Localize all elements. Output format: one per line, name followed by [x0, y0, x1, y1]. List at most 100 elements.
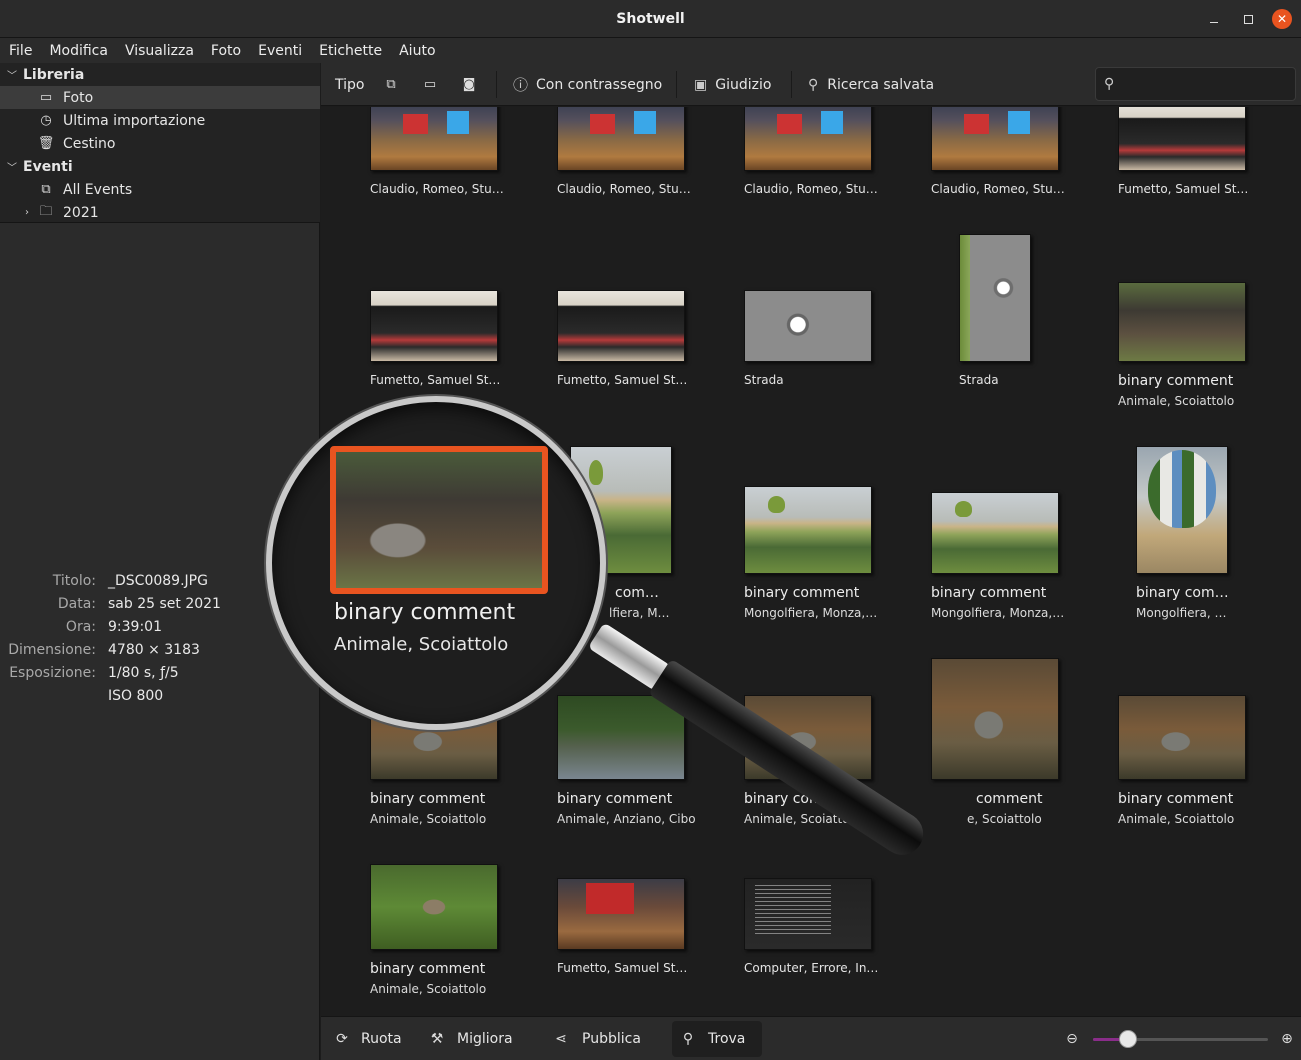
sidebar-section-label: Eventi — [23, 158, 73, 175]
search-icon: ⚲ — [808, 76, 819, 93]
chevron-right-icon[interactable]: › — [25, 207, 29, 218]
sidebar-item-cestino[interactable]: 🗑 Cestino — [0, 132, 320, 155]
photo-tags: Animale, Anziano, Cibo — [557, 812, 696, 826]
photo-thumbnail[interactable] — [931, 492, 1059, 574]
photo-thumbnail[interactable] — [370, 864, 498, 950]
find-button[interactable]: Trova — [708, 1017, 745, 1060]
photo-caption: com… — [615, 585, 659, 601]
photo-thumbnail[interactable] — [744, 486, 872, 574]
photo-caption: Computer, Errore, In… — [744, 961, 879, 975]
menu-foto[interactable]: Foto — [211, 43, 241, 59]
zoom-in-icon[interactable]: ⊕ — [1278, 1030, 1296, 1048]
info-row-iso: ISO 800 — [0, 688, 320, 711]
minimize-icon — [1210, 21, 1218, 23]
photo-thumbnail[interactable] — [744, 290, 872, 362]
toolbar-separator — [496, 71, 497, 98]
video-filter-icon[interactable]: ▭ — [421, 76, 439, 92]
photo-caption: Fumetto, Samuel St… — [557, 373, 688, 387]
menu-aiuto[interactable]: Aiuto — [399, 43, 435, 59]
menu-bar: File Modifica Visualizza Foto Eventi Eti… — [0, 38, 1301, 63]
menu-eventi[interactable]: Eventi — [258, 43, 302, 59]
photo-tags: Mongolfiera, Monza,… — [744, 606, 878, 620]
sidebar-section-library[interactable]: ﹀ Libreria — [0, 63, 320, 86]
photo-thumbnail[interactable] — [931, 107, 1059, 171]
photo-thumbnail[interactable] — [959, 234, 1031, 362]
raw-filter-icon[interactable]: ◙ — [460, 76, 478, 92]
photo-thumbnail[interactable] — [931, 658, 1059, 780]
minimize-button[interactable] — [1204, 9, 1224, 29]
photo-tags: Animale, Scoiattolo — [370, 982, 487, 996]
magnifier-lens: binary comment Animale, Scoiattolo — [266, 396, 606, 730]
publish-button[interactable]: Pubblica — [582, 1017, 641, 1060]
chevron-down-icon[interactable]: ﹀ — [7, 159, 17, 174]
search-input[interactable]: ⚲ — [1095, 67, 1296, 101]
zoom-slider-knob[interactable] — [1119, 1030, 1137, 1048]
photo-thumbnail[interactable] — [557, 290, 685, 362]
photo-tags: Animale, Scoiattolo — [370, 812, 487, 826]
flag-icon: ⓘ — [513, 76, 529, 94]
magnified-selected-thumbnail — [330, 446, 548, 594]
photo-thumbnail[interactable] — [1118, 695, 1246, 780]
photo-thumbnail[interactable] — [744, 878, 872, 950]
magnified-caption: binary comment — [334, 600, 516, 625]
sidebar-item-label: Ultima importazione — [63, 112, 206, 129]
saved-search-button[interactable]: ⚲ Ricerca salvata — [808, 63, 934, 106]
photo-caption: binary comment — [557, 791, 673, 807]
sidebar-item-foto[interactable]: ▭ Foto — [0, 86, 320, 109]
sidebar-item-label: 2021 — [63, 204, 99, 221]
menu-etichette[interactable]: Etichette — [319, 43, 382, 59]
photo-thumbnail[interactable] — [370, 290, 498, 362]
info-value: _DSC0089.JPG — [108, 573, 208, 589]
sidebar-item-2021[interactable]: › 🗀 2021 — [0, 201, 320, 224]
saved-search-label: Ricerca salvata — [827, 76, 935, 93]
photo-thumbnail[interactable] — [370, 107, 498, 171]
flagged-filter-button[interactable]: ⓘ Con contrassegno — [513, 63, 662, 106]
zoom-slider[interactable] — [1093, 1030, 1268, 1048]
folder-icon: 🗀 — [39, 203, 53, 219]
info-key: Dimensione: — [8, 642, 96, 658]
search-icon[interactable]: ⚲ — [679, 1030, 697, 1048]
info-key: Data: — [57, 596, 96, 612]
sidebar-section-events[interactable]: ﹀ Eventi — [0, 155, 320, 178]
sidebar-item-ultima-importazione[interactable]: ◷ Ultima importazione — [0, 109, 320, 132]
maximize-button[interactable] — [1238, 9, 1258, 29]
menu-modifica[interactable]: Modifica — [49, 43, 108, 59]
info-key: Esposizione: — [9, 665, 96, 681]
sidebar-item-all-events[interactable]: ⧉ All Events — [0, 178, 320, 201]
search-icon: ⚲ — [1104, 76, 1115, 92]
photo-thumbnail[interactable] — [1118, 107, 1246, 171]
close-button[interactable]: ✕ — [1272, 9, 1292, 29]
menu-visualizza[interactable]: Visualizza — [125, 43, 194, 59]
window-title: Shotwell — [616, 11, 685, 27]
toolbar-separator — [791, 71, 792, 98]
type-filter-label: Tipo — [335, 76, 365, 93]
rating-filter-button[interactable]: ▣ Giudizio — [694, 63, 771, 106]
photos-filter-icon[interactable]: ⧉ — [382, 76, 400, 92]
info-row-dimension: Dimensione: 4780 × 3183 — [0, 642, 320, 665]
photo-thumbnail[interactable] — [744, 107, 872, 171]
rotate-button[interactable]: Ruota — [361, 1017, 402, 1060]
enhance-button[interactable]: Migliora — [457, 1017, 513, 1060]
photo-thumbnail[interactable] — [1136, 446, 1228, 574]
photo-caption: Fumetto, Samuel St… — [557, 961, 688, 975]
photo-tags: Animale, Scoiattolo — [1118, 812, 1235, 826]
menu-file[interactable]: File — [9, 43, 32, 59]
photo-tags: Mongolfiera, … — [1136, 606, 1227, 620]
info-value: sab 25 set 2021 — [108, 596, 221, 612]
photo-thumbnail[interactable] — [557, 878, 685, 950]
photo-thumbnail[interactable] — [1118, 282, 1246, 362]
photo-tags: lfiera, M… — [609, 606, 670, 620]
photo-tags: Mongolfiera, Monza,… — [931, 606, 1065, 620]
photo-thumbnail[interactable] — [557, 107, 685, 171]
info-key: Ora: — [65, 619, 96, 635]
enhance-icon[interactable]: ⚒ — [428, 1030, 446, 1048]
chevron-down-icon[interactable]: ﹀ — [7, 67, 17, 82]
share-icon[interactable]: ⋖ — [552, 1030, 570, 1048]
info-value: 9:39:01 — [108, 619, 162, 635]
zoom-out-icon[interactable]: ⊖ — [1063, 1030, 1081, 1048]
info-value: ISO 800 — [108, 688, 164, 704]
maximize-icon — [1243, 14, 1253, 24]
info-row-exposure: Esposizione: 1/80 s, ƒ/5 — [0, 665, 320, 688]
info-key: Titolo: — [52, 573, 96, 589]
rotate-icon[interactable]: ⟳ — [333, 1030, 351, 1048]
